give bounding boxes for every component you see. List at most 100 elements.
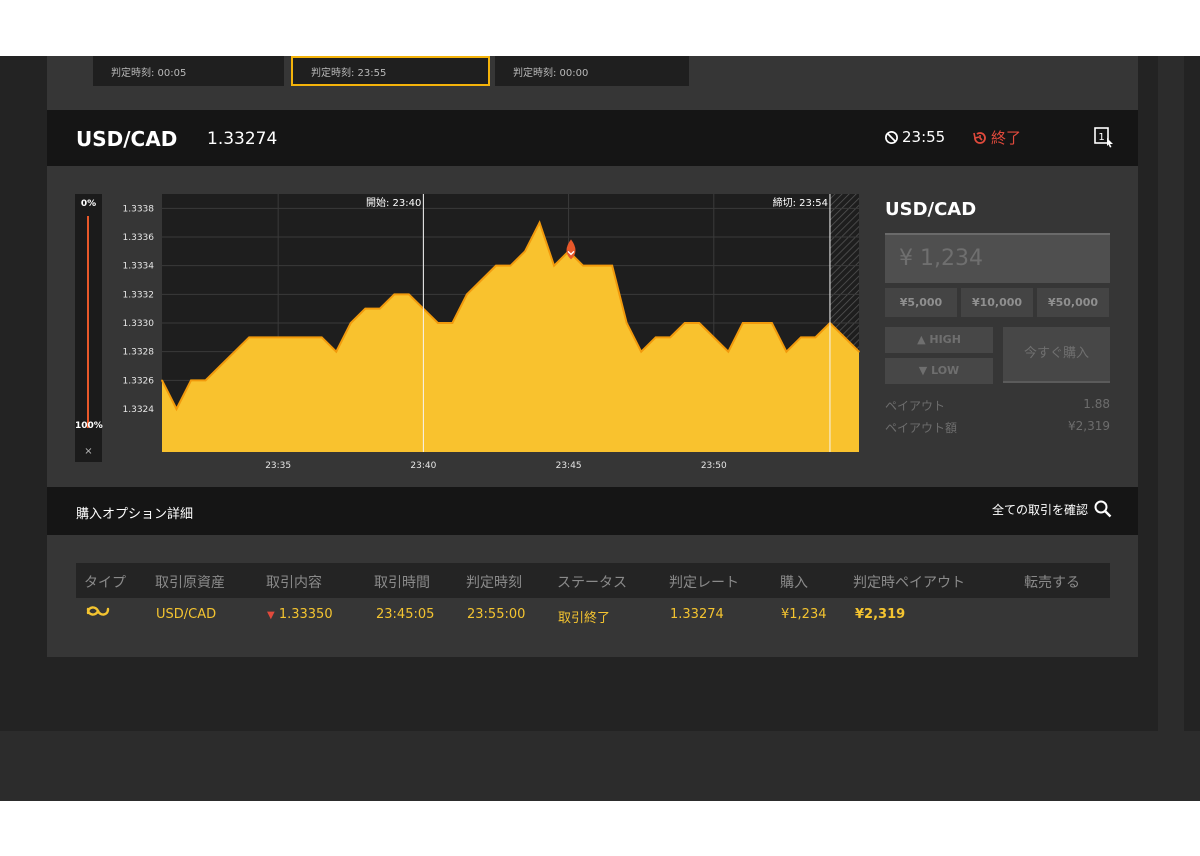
buy-now-button[interactable]: 今すぐ購入 [1003, 327, 1110, 383]
high-label: HIGH [929, 333, 961, 346]
price-point [320, 336, 323, 339]
col-asset: 取引原資産 [155, 575, 225, 591]
right-gutter [1158, 56, 1184, 731]
payout-row: ペイアウト 1.88 [885, 397, 1110, 414]
expiry-countdown: 23:55 [884, 128, 945, 146]
x-tick-label: 23:50 [701, 461, 727, 471]
close-icon[interactable]: × [75, 446, 102, 457]
amount-input[interactable]: ¥ 1,234 [885, 233, 1110, 283]
expiry-card-selected[interactable]: 判定時刻: 23:55 [291, 56, 490, 86]
cell-status: 取引終了 [558, 611, 611, 626]
price-point [756, 322, 759, 324]
preset-5000-button[interactable]: ¥5,000 [885, 288, 957, 317]
price-point [233, 350, 236, 353]
view-all-label: 全ての取引を確認 [991, 502, 1088, 517]
price-point [785, 350, 788, 353]
price-point [858, 350, 860, 353]
col-judge-time: 判定時刻 [466, 575, 522, 591]
y-tick-label: 1.3332 [123, 290, 155, 300]
price-point [800, 336, 802, 339]
price-point [393, 293, 396, 296]
cell-payout: ¥2,319 [855, 607, 906, 622]
prohibited-icon [885, 130, 898, 144]
col-judge-rate: 判定レート [669, 575, 739, 591]
purchase-details-bar: 購入オプション詳細 全ての取引を確認 [47, 487, 1138, 535]
price-point [408, 293, 410, 296]
price-point [509, 264, 512, 267]
price-point [306, 336, 309, 339]
trade-pair-title: USD/CAD [885, 199, 977, 220]
price-point [553, 264, 555, 267]
price-point [524, 250, 526, 253]
current-rate: 1.33274 [207, 129, 278, 149]
view-all-trades-link[interactable]: 全ての取引を確認 [992, 500, 1112, 518]
y-tick-label: 1.3330 [123, 319, 155, 329]
price-point [538, 221, 541, 224]
payout-amount-value: ¥2,319 [1068, 419, 1110, 433]
price-point [495, 264, 497, 267]
high-low-type-icon [86, 606, 110, 616]
slider-top-label: 0% [80, 199, 97, 209]
price-point [771, 322, 773, 324]
payout-value: 1.88 [1083, 397, 1110, 411]
col-trade-time: 取引時間 [374, 575, 430, 591]
price-point [277, 336, 279, 339]
payout-amount-label: ペイアウト額 [885, 421, 958, 435]
expiry-label: 判定時刻: 00:05 [111, 68, 187, 79]
cell-purchase: ¥1,234 [781, 607, 827, 622]
cell-content-rate: 1.33350 [278, 607, 333, 622]
preset-10000-button[interactable]: ¥10,000 [961, 288, 1033, 317]
payout-amount-row: ペイアウト額 ¥2,319 [885, 419, 1110, 436]
price-point [364, 307, 367, 310]
cell-judge-time: 23:55:00 [467, 607, 526, 622]
details-title: 購入オプション詳細 [76, 507, 194, 522]
price-point [262, 336, 265, 339]
high-button[interactable]: ▲ HIGH [885, 327, 993, 353]
low-label: LOW [931, 364, 960, 377]
expiry-card[interactable]: 判定時刻: 00:00 [495, 56, 689, 86]
price-point [480, 279, 483, 281]
sentiment-slider[interactable]: 0% 100% × [75, 194, 103, 462]
price-point [190, 379, 192, 382]
y-tick-label: 1.3324 [123, 405, 155, 415]
price-point [175, 408, 178, 410]
cell-trade-time: 23:45:05 [376, 607, 435, 622]
close-marker-label: 締切: 23:54 [773, 196, 828, 209]
price-point [640, 350, 642, 353]
slider-track [87, 216, 89, 428]
price-point [349, 322, 352, 324]
history-icon [973, 131, 986, 144]
col-purchase: 購入 [780, 575, 808, 591]
price-point [712, 336, 715, 339]
expiry-card[interactable]: 判定時刻: 00:05 [93, 56, 284, 86]
x-tick-label: 23:40 [410, 461, 436, 471]
price-point [248, 336, 250, 339]
price-chart: 1.3338 1.3336 1.3334 1.3332 1.3330 1.3328 1.33… [123, 194, 860, 471]
price-point [625, 322, 628, 324]
price-point [204, 379, 207, 382]
price-point [437, 322, 439, 324]
cell-asset: USD/CAD [156, 607, 217, 622]
countdown-time: 23:55 [902, 128, 946, 146]
col-type: タイプ [84, 575, 126, 591]
price-point [466, 293, 468, 296]
footer-band [0, 731, 1200, 801]
col-status: ステータス [557, 575, 627, 591]
price-point [582, 264, 584, 267]
price-point [335, 350, 338, 353]
price-point [727, 350, 730, 353]
asset-header: USD/CAD 1.33274 23:55 終了 1 [47, 110, 1138, 166]
up-arrow-icon: ▲ [917, 333, 930, 346]
expiry-label: 判定時刻: 23:55 [311, 68, 387, 79]
price-point [669, 336, 672, 339]
price-point [683, 322, 686, 324]
y-tick-label: 1.3334 [123, 262, 155, 272]
preset-50000-button[interactable]: ¥50,000 [1037, 288, 1109, 317]
one-click-icon[interactable]: 1 [1093, 126, 1115, 148]
search-icon [1094, 500, 1112, 518]
y-tick-label: 1.3328 [123, 348, 155, 358]
price-point [379, 307, 381, 310]
start-marker-label: 開始: 23:40 [366, 196, 421, 209]
low-button[interactable]: ▼ LOW [885, 358, 993, 384]
y-tick-label: 1.3336 [123, 233, 155, 243]
